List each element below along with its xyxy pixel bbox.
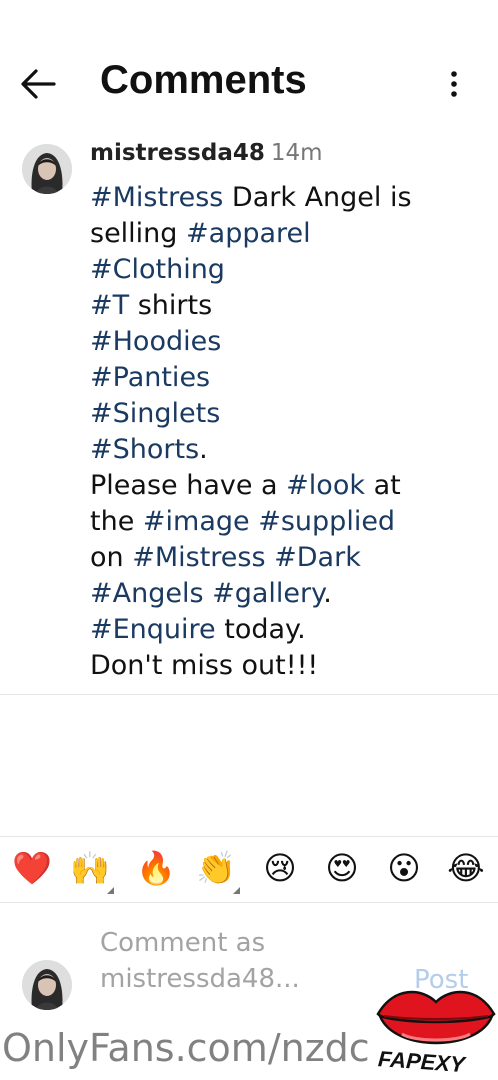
hashtag-link[interactable]: #Clothing — [90, 254, 225, 285]
red-heart-icon: ❤️ — [12, 849, 52, 887]
hashtag-link[interactable]: #Shorts — [90, 434, 199, 465]
hashtag-link[interactable]: #Dark — [274, 542, 361, 573]
comment-timestamp: 14m — [270, 140, 323, 166]
clapping-hands-icon: 👏 — [196, 849, 236, 887]
comment-input[interactable]: Comment as mistressda48... — [100, 925, 380, 1005]
hashtag-link[interactable]: #Enquire — [90, 614, 216, 645]
watermark-text: OnlyFans.com/nzdc — [2, 1026, 370, 1070]
hashtag-link[interactable]: #supplied — [258, 506, 395, 537]
lips-logo-icon: FAPEXY — [376, 990, 496, 1077]
comment-header: mistressda48 14m — [90, 140, 323, 166]
open-mouth-face-icon: 😮 — [387, 849, 421, 887]
hashtag-link[interactable]: #T — [90, 290, 129, 321]
comment-line: #Panties — [90, 360, 470, 396]
hashtag-link[interactable]: #Mistress — [90, 182, 223, 213]
comment-text-segment: shirts — [129, 290, 213, 321]
comment-username[interactable]: mistressda48 — [90, 140, 265, 166]
comment-line: on #Mistress #Dark — [90, 540, 470, 576]
comment-text-segment: at — [364, 470, 401, 501]
comment-line: #T shirts — [90, 288, 470, 324]
comment-line: selling #apparel — [90, 216, 470, 252]
profile-photo-icon — [22, 960, 72, 1010]
skin-tone-indicator-icon — [107, 887, 114, 894]
comment-text-segment: . — [199, 434, 208, 465]
more-vertical-icon — [451, 71, 457, 97]
comment-text: #Mistress Dark Angel is selling #apparel #… — [90, 180, 470, 684]
logo-wordmark: FAPEXY — [377, 1046, 468, 1077]
raising-hands-icon: 🙌 — [70, 849, 110, 887]
open-mouth-face-reaction-button[interactable]: 😮 — [382, 846, 426, 890]
heart-eyes-reaction-button[interactable]: 😍 — [320, 846, 364, 890]
heart-eyes-icon: 😍 — [325, 849, 359, 887]
comment-text-segment: Dark Angel is — [223, 182, 412, 213]
avatar[interactable] — [22, 144, 72, 194]
hashtag-link[interactable]: #gallery — [212, 578, 323, 609]
comment-text-segment: the — [90, 506, 143, 537]
hashtag-link[interactable]: #Angels — [90, 578, 204, 609]
red-heart-reaction-button[interactable]: ❤️ — [10, 846, 54, 890]
profile-photo-icon — [22, 144, 72, 194]
comment-line: Please have a #look at — [90, 468, 470, 504]
quick-reactions-bar: ❤️ 🙌 🔥 👏 😢 😍 😮 😂 — [0, 840, 498, 900]
divider — [0, 902, 498, 903]
hashtag-link[interactable]: #Panties — [90, 362, 210, 393]
comment-text-segment — [250, 506, 259, 537]
comment-text-segment: Please have a — [90, 470, 287, 501]
comment-line: #Angels #gallery. — [90, 576, 470, 612]
more-options-button[interactable] — [440, 68, 468, 102]
hashtag-link[interactable]: #Hoodies — [90, 326, 221, 357]
divider — [0, 694, 498, 695]
comment-text-segment: selling — [90, 218, 187, 249]
comment-text-segment: today. — [215, 614, 306, 645]
comment-text-segment — [204, 578, 213, 609]
fire-icon: 🔥 — [136, 849, 176, 887]
top-app-bar: Comments — [0, 50, 498, 120]
comment-text-segment: on — [90, 542, 133, 573]
comment-text-segment: Don't miss out!!! — [90, 650, 319, 681]
comment-text-segment: . — [323, 578, 332, 609]
clapping-hands-reaction-button[interactable]: 👏 — [194, 846, 240, 894]
skin-tone-indicator-icon — [233, 887, 240, 894]
crying-face-reaction-button[interactable]: 😢 — [258, 846, 302, 890]
comment-placeholder-line-2: mistressda48... — [100, 964, 300, 994]
comment-text-segment — [266, 542, 275, 573]
comment-line: #Enquire today. — [90, 612, 470, 648]
comment-line: the #image #supplied — [90, 504, 470, 540]
tears-of-joy-icon: 😂 — [447, 849, 485, 887]
crying-face-icon: 😢 — [263, 849, 297, 887]
comment-line: #Clothing — [90, 252, 470, 288]
page-title: Comments — [100, 58, 307, 102]
comment-line: #Hoodies — [90, 324, 470, 360]
comment-line: #Mistress Dark Angel is — [90, 180, 470, 216]
divider — [0, 836, 498, 837]
fire-reaction-button[interactable]: 🔥 — [134, 846, 178, 890]
raising-hands-reaction-button[interactable]: 🙌 — [68, 846, 114, 894]
comment-line: #Singlets — [90, 396, 470, 432]
back-button[interactable] — [18, 66, 58, 102]
arrow-left-icon — [21, 69, 56, 99]
hashtag-link[interactable]: #apparel — [186, 218, 311, 249]
avatar — [22, 960, 72, 1010]
hashtag-link[interactable]: #Singlets — [90, 398, 220, 429]
comment-line: Don't miss out!!! — [90, 648, 470, 684]
hashtag-link[interactable]: #look — [286, 470, 365, 501]
comment-line: #Shorts. — [90, 432, 470, 468]
hashtag-link[interactable]: #Mistress — [132, 542, 265, 573]
hashtag-link[interactable]: #image — [143, 506, 250, 537]
comment-placeholder-line-1: Comment as — [100, 928, 266, 958]
tears-of-joy-reaction-button[interactable]: 😂 — [444, 846, 488, 890]
fapexy-logo: FAPEXY — [374, 982, 498, 1080]
